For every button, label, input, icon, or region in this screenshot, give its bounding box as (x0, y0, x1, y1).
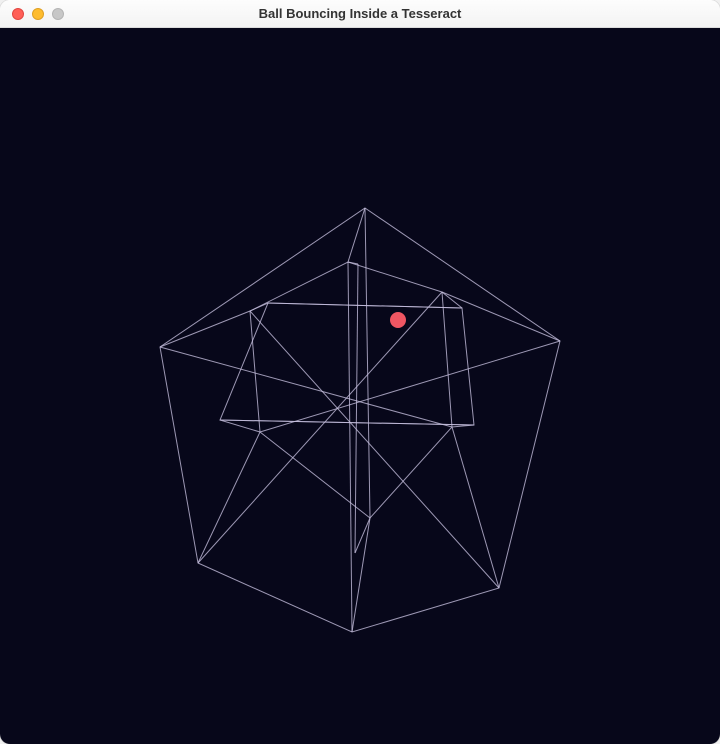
traffic-lights (0, 8, 64, 20)
minimize-icon[interactable] (32, 8, 44, 20)
window-title: Ball Bouncing Inside a Tesseract (0, 6, 720, 21)
tesseract-wireframe (160, 208, 560, 632)
ball (390, 312, 406, 328)
maximize-icon[interactable] (52, 8, 64, 20)
tesseract-render (0, 28, 720, 744)
titlebar[interactable]: Ball Bouncing Inside a Tesseract (0, 0, 720, 28)
app-window: Ball Bouncing Inside a Tesseract (0, 0, 720, 744)
close-icon[interactable] (12, 8, 24, 20)
canvas (0, 28, 720, 744)
